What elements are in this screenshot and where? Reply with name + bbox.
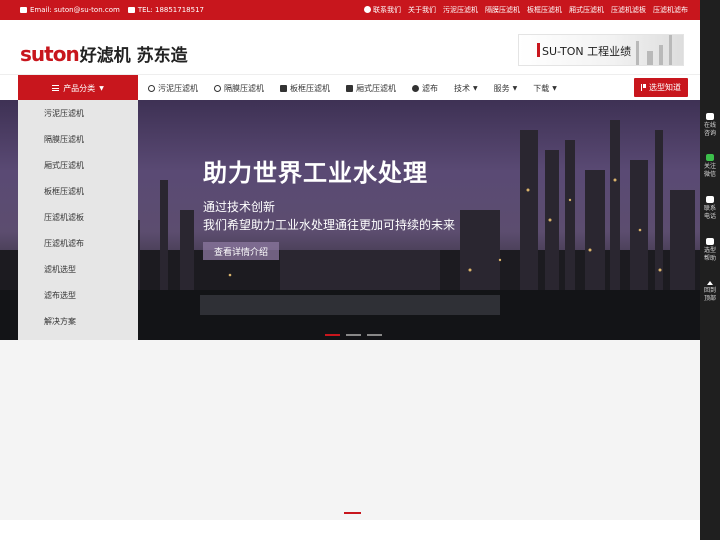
site-logo[interactable]: suton 好滤机 苏东造	[20, 41, 188, 66]
chevron-down-icon: ▼	[473, 84, 478, 92]
chevron-down-icon: ▼	[99, 84, 104, 92]
top-link-sludge[interactable]: 污泥压滤机	[443, 5, 478, 15]
slider-dots	[325, 334, 382, 336]
logo-slogan: 好滤机 苏东造	[79, 46, 188, 66]
tower-graphic	[636, 41, 639, 65]
selection-help-button[interactable]: 选型 帮助	[700, 238, 720, 263]
phone-button[interactable]: 联系 电话	[700, 196, 720, 221]
nav-item-chamber[interactable]: 厢式压滤机	[346, 83, 396, 94]
slider-dot-3[interactable]	[367, 334, 382, 336]
pencil-icon	[706, 238, 714, 245]
top-links: 联系我们 关于我们 污泥压滤机 隔膜压滤机 板框压滤机 厢式压滤机 压滤机滤板 …	[364, 5, 688, 15]
nav-item-cloth[interactable]: 滤布	[412, 83, 438, 94]
banner-text: SU-TON 工程业绩	[542, 45, 632, 58]
selection-guide-button[interactable]: 选型知道	[634, 78, 688, 97]
top-bar: Email: suton@su-ton.com TEL: 18851718517…	[0, 0, 700, 20]
tower-graphic	[659, 45, 663, 65]
top-link-plate-frame[interactable]: 板框压滤机	[527, 5, 562, 15]
x-circle-icon	[412, 84, 419, 92]
bottom-section	[0, 520, 700, 540]
dropdown-item-solutions[interactable]: 解决方案	[18, 308, 138, 334]
banner-accent-bar	[537, 43, 540, 57]
dropdown-item-filter-plate[interactable]: 压滤机滤板	[18, 204, 138, 230]
wechat-button[interactable]: 关注 微信	[700, 154, 720, 179]
section-divider	[344, 512, 361, 514]
nav-item-service[interactable]: 服务 ▼	[494, 83, 518, 94]
floating-toolbar: 在线 咨询 关注 微信 联系 电话 选型 帮助 回到 顶部	[700, 0, 720, 540]
top-link-chamber[interactable]: 厢式压滤机	[569, 5, 604, 15]
email-info[interactable]: Email: suton@su-ton.com	[20, 6, 120, 14]
database-icon	[346, 84, 353, 92]
envelope-icon	[20, 7, 27, 13]
chevron-down-icon: ▼	[552, 84, 557, 92]
target-icon	[148, 84, 155, 92]
dropdown-item-sludge[interactable]: 污泥压滤机	[18, 100, 138, 126]
product-category-dropdown: 污泥压滤机 隔膜压滤机 厢式压滤机 板框压滤机 压滤机滤板 压滤机滤布 滤机选型…	[18, 100, 138, 340]
top-link-membrane[interactable]: 隔膜压滤机	[485, 5, 520, 15]
hero-subtitle-2: 我们希望助力工业水处理通往更加可持续的未来	[203, 218, 456, 232]
logo-brand: suton	[20, 42, 80, 66]
nav-item-plate-frame[interactable]: 板框压滤机	[280, 83, 330, 94]
contact-info: Email: suton@su-ton.com TEL: 18851718517	[20, 6, 204, 14]
arrow-circle-icon	[364, 6, 371, 13]
tel-info[interactable]: TEL: 18851718517	[127, 6, 204, 14]
hero-subtitle-1: 通过技术创新	[203, 200, 276, 214]
tower-graphic	[669, 35, 672, 65]
chevron-down-icon: ▼	[512, 84, 518, 92]
nav-items: 污泥压滤机 隔膜压滤机 板框压滤机 厢式压滤机 滤布 技术 ▼ 服务 ▼ 下载 ▼	[148, 75, 557, 101]
list-icon	[52, 85, 60, 91]
online-consult-button[interactable]: 在线 咨询	[700, 113, 720, 138]
top-link-filter-cloth[interactable]: 压滤机滤布	[653, 5, 688, 15]
projects-banner[interactable]: SU-TON 工程业绩	[518, 34, 684, 66]
chat-icon	[706, 113, 714, 120]
dropdown-item-machine-selection[interactable]: 滤机选型	[18, 256, 138, 282]
nav-item-membrane[interactable]: 隔膜压滤机	[214, 83, 264, 94]
top-link-about[interactable]: 关于我们	[408, 5, 436, 15]
main-nav: 产品分类 ▼ 污泥压滤机 隔膜压滤机 板框压滤机 厢式压滤机 滤布 技术 ▼ 服务…	[0, 74, 700, 101]
wechat-icon	[706, 154, 714, 161]
dropdown-item-cloth-selection[interactable]: 滤布选型	[18, 282, 138, 308]
product-category-button[interactable]: 产品分类 ▼	[18, 75, 138, 101]
dropdown-item-membrane[interactable]: 隔膜压滤机	[18, 126, 138, 152]
slider-dot-2[interactable]	[346, 334, 361, 336]
tower-graphic	[647, 51, 653, 65]
top-link-contact[interactable]: 联系我们	[364, 5, 401, 15]
nav-item-sludge[interactable]: 污泥压滤机	[148, 83, 198, 94]
slider-dot-1[interactable]	[325, 334, 340, 336]
nav-item-tech[interactable]: 技术 ▼	[454, 83, 478, 94]
view-details-button[interactable]: 查看详情介绍	[203, 242, 279, 260]
dropdown-item-chamber[interactable]: 厢式压滤机	[18, 152, 138, 178]
phone-icon	[127, 7, 135, 13]
header: suton 好滤机 苏东造 SU-TON 工程业绩	[0, 20, 700, 74]
dropdown-item-filter-cloth[interactable]: 压滤机滤布	[18, 230, 138, 256]
content-section	[0, 340, 700, 520]
top-link-filter-plate[interactable]: 压滤机滤板	[611, 5, 646, 15]
back-to-top-button[interactable]: 回到 顶部	[700, 281, 720, 303]
copy-icon	[280, 84, 287, 92]
dropdown-item-plate-frame[interactable]: 板框压滤机	[18, 178, 138, 204]
flag-icon	[641, 84, 646, 91]
hero-title: 助力世界工业水处理	[203, 159, 428, 187]
nav-item-download[interactable]: 下载 ▼	[533, 83, 557, 94]
phone-icon	[706, 196, 714, 203]
at-icon	[214, 84, 221, 92]
chevron-up-icon	[707, 281, 713, 285]
